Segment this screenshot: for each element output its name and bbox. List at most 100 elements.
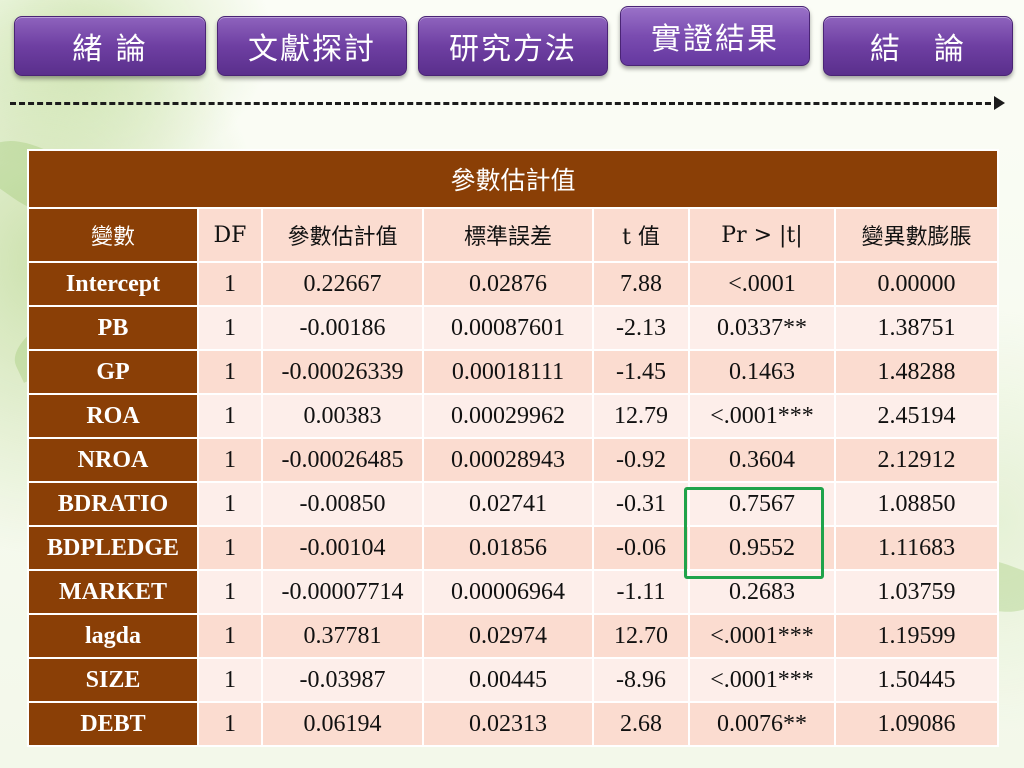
table-cell: 0.02974 [422,613,594,659]
variable-name-cell: MARKET [27,569,199,615]
variable-name-cell: Intercept [27,261,199,307]
table-cell: -0.00104 [261,525,424,571]
table-cell: 1 [197,613,263,659]
table-cell: 0.37781 [261,613,424,659]
table-cell: 1 [197,393,263,439]
nav-tab-label: 實證結果 [651,22,779,57]
table-cell: 0.0076** [688,701,836,747]
nav-tab-research-method[interactable]: 研究方法 [418,16,608,76]
table-cell: 1 [197,349,263,395]
table-cell: 1 [197,481,263,527]
table-cell: 1 [197,657,263,703]
table-cell: 1.11683 [833,525,1000,571]
variable-name-cell: ROA [27,393,199,439]
nav-tab-label: 結 論 [870,32,966,67]
column-header: 標準誤差 [422,207,594,263]
nav-tab-literature-review[interactable]: 文獻探討 [217,16,407,76]
variable-name-cell: BDRATIO [27,481,199,527]
column-header: 變異數膨脹 [833,207,1000,263]
table-cell: 0.06194 [261,701,424,747]
table-cell: <.0001 [688,261,836,307]
table-cell: -0.00007714 [261,569,424,615]
table-cell: 2.45194 [833,393,1000,439]
nav-tab-introduction[interactable]: 緒 論 [14,16,206,76]
nav-tab-empirical-results[interactable]: 實證結果 [620,6,810,66]
table-cell: 0.00087601 [422,305,594,351]
table-row: SIZE 1 -0.03987 0.00445 -8.96 <.0001*** 1.5044… [27,657,1000,703]
variable-name-cell: lagda [27,613,199,659]
table-cell: 0.3604 [688,437,836,483]
highlight-box [684,487,824,579]
table-cell: 1.38751 [833,305,1000,351]
table-row: ROA 1 0.00383 0.00029962 12.79 <.0001*** 2.451… [27,393,1000,439]
table-cell: 1 [197,261,263,307]
table-cell: -0.06 [592,525,690,571]
table-cell: 0.00029962 [422,393,594,439]
table-cell: 0.1463 [688,349,836,395]
table-title-row: 參數估計值 [26,149,1000,209]
dashed-timeline [10,102,1000,105]
table-cell: -0.00026485 [261,437,424,483]
table-cell: 1.09086 [833,701,1000,747]
table-cell: 7.88 [592,261,690,307]
table-cell: 1.08850 [833,481,1000,527]
table-cell: 0.0337** [688,305,836,351]
table-cell: -2.13 [592,305,690,351]
table-cell: 0.02876 [422,261,594,307]
nav-tab-conclusion[interactable]: 結 論 [823,16,1013,76]
table-cell: -1.45 [592,349,690,395]
table-cell: 0.02741 [422,481,594,527]
nav-tab-label: 緒 論 [72,32,148,67]
column-header: 變數 [27,207,199,263]
table-cell: -1.11 [592,569,690,615]
table-cell: <.0001*** [688,393,836,439]
table-cell: 0.00018111 [422,349,594,395]
table-row: lagda 1 0.37781 0.02974 12.70 <.0001*** 1.1959… [27,613,1000,659]
table-cell: -0.00850 [261,481,424,527]
table-cell: -0.00186 [261,305,424,351]
table-row: DEBT 1 0.06194 0.02313 2.68 0.0076** 1.09086 [27,701,1000,747]
table-cell: 1 [197,305,263,351]
table-cell: 1 [197,437,263,483]
table-cell: 1.19599 [833,613,1000,659]
table-cell: 1 [197,525,263,571]
table-cell: 1 [197,569,263,615]
table-row: NROA 1 -0.00026485 0.00028943 -0.92 0.3604 2.1… [27,437,1000,483]
table-cell: 12.79 [592,393,690,439]
table-cell: 0.00000 [833,261,1000,307]
variable-name-cell: SIZE [27,657,199,703]
table-title: 參數估計值 [26,149,1000,209]
table-cell: 1.03759 [833,569,1000,615]
table-row: BDPLEDGE 1 -0.00104 0.01856 -0.06 0.9552 1.116… [27,525,1000,571]
table-cell: 0.22667 [261,261,424,307]
table-cell: -0.00026339 [261,349,424,395]
table-header-row: 變數 DF 參數估計值 標準誤差 t 值 Pr > |t| 變異數膨脹 [27,207,1000,263]
column-header: t 值 [592,207,690,263]
table-row: GP 1 -0.00026339 0.00018111 -1.45 0.1463 1.482… [27,349,1000,395]
variable-name-cell: DEBT [27,701,199,747]
nav-tab-label: 研究方法 [449,32,577,67]
table-cell: -8.96 [592,657,690,703]
table-cell: 0.00006964 [422,569,594,615]
parameter-estimates-table: 參數估計值 變數 DF 參數估計值 標準誤差 t 值 Pr > |t| 變異數膨… [26,149,1000,747]
table-cell: 2.68 [592,701,690,747]
column-header: Pr > |t| [688,207,836,263]
table-cell: 1 [197,701,263,747]
variable-name-cell: PB [27,305,199,351]
column-header: DF [197,207,263,263]
nav-tab-label: 文獻探討 [248,32,376,67]
table-cell: 0.02313 [422,701,594,747]
table-cell: <.0001*** [688,613,836,659]
table-cell: -0.03987 [261,657,424,703]
table-cell: -0.92 [592,437,690,483]
table-cell: 1.50445 [833,657,1000,703]
variable-name-cell: BDPLEDGE [27,525,199,571]
variable-name-cell: GP [27,349,199,395]
table-row: Intercept 1 0.22667 0.02876 7.88 <.0001 0.0000… [27,261,1000,307]
table-cell: <.0001*** [688,657,836,703]
table-row: PB 1 -0.00186 0.00087601 -2.13 0.0337** 1.3875… [27,305,1000,351]
parameter-estimates-table-container: 參數估計值 變數 DF 參數估計值 標準誤差 t 值 Pr > |t| 變異數膨… [26,149,1000,747]
table-cell: 0.00028943 [422,437,594,483]
table-row: BDRATIO 1 -0.00850 0.02741 -0.31 0.7567 1.0885… [27,481,1000,527]
table-cell: 1.48288 [833,349,1000,395]
